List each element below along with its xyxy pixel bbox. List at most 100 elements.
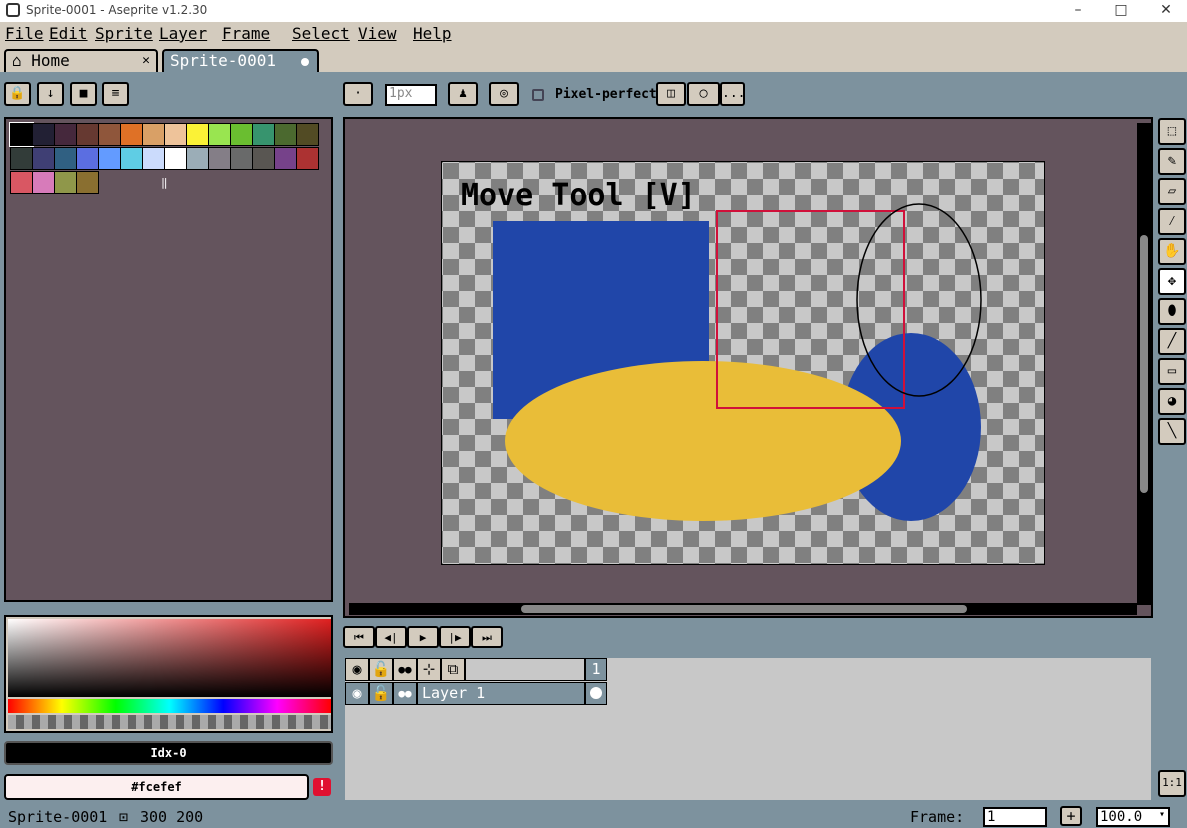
onion-skin-icon[interactable]: ⧉: [441, 658, 465, 681]
layer-name[interactable]: Layer 1: [417, 682, 585, 705]
smudge-tool-icon[interactable]: ╲: [1158, 418, 1186, 445]
lock-icon[interactable]: 🔒: [4, 82, 31, 106]
color-picker[interactable]: [4, 615, 333, 733]
palette-swatch[interactable]: [98, 147, 121, 170]
line-tool-icon[interactable]: ╱: [1158, 328, 1186, 355]
palette-swatch[interactable]: [274, 123, 297, 146]
sprite-canvas[interactable]: Move Tool [V]: [441, 161, 1045, 565]
palette-resize-handle[interactable]: ‖: [161, 176, 168, 189]
tab-sprite[interactable]: Sprite-0001: [162, 49, 319, 72]
tab-close-icon[interactable]: ✕: [142, 51, 150, 71]
blur-tool-icon[interactable]: ◕: [1158, 388, 1186, 415]
palette-swatch[interactable]: [296, 147, 319, 170]
visibility-eye-icon[interactable]: ◉: [345, 658, 369, 681]
palette-swatch[interactable]: [142, 123, 165, 146]
last-frame-button[interactable]: ⏭: [471, 626, 503, 648]
palette-swatch[interactable]: [76, 171, 99, 194]
close-button[interactable]: ✕: [1143, 0, 1187, 22]
zoom-input[interactable]: 100.0 ▾: [1096, 807, 1170, 827]
more-options-button[interactable]: ...: [720, 82, 745, 106]
vertical-scrollbar-track[interactable]: [1137, 123, 1151, 605]
layer-lock-icon[interactable]: 🔓: [369, 682, 393, 705]
menu-sprite[interactable]: Sprite: [95, 24, 153, 43]
next-frame-button[interactable]: |▶: [439, 626, 471, 648]
hue-slider[interactable]: [8, 699, 331, 713]
palette-swatch[interactable]: [186, 123, 209, 146]
alpha-slider[interactable]: [8, 715, 331, 729]
move-tool-icon[interactable]: ✥: [1158, 268, 1186, 295]
eyedropper-tool-icon[interactable]: ⁄: [1158, 208, 1186, 235]
palette-swatch[interactable]: [230, 123, 253, 146]
palette-swatch[interactable]: [164, 123, 187, 146]
save-palette-icon[interactable]: ■: [70, 82, 97, 106]
hand-tool-icon[interactable]: ✋: [1158, 238, 1186, 265]
rectangle-tool-icon[interactable]: ▭: [1158, 358, 1186, 385]
fill-tool-icon[interactable]: ⬮: [1158, 298, 1186, 325]
palette-swatch[interactable]: [252, 123, 275, 146]
zoom-dropdown-icon[interactable]: ▾: [1159, 809, 1165, 820]
palette-swatch[interactable]: [274, 147, 297, 170]
canvas-editor[interactable]: Move Tool [V]: [343, 117, 1153, 618]
palette-swatch[interactable]: [54, 171, 77, 194]
frame-input[interactable]: 1: [983, 807, 1047, 827]
pencil-tool-icon[interactable]: ✎: [1158, 148, 1186, 175]
pixel-perfect-checkbox[interactable]: [532, 89, 544, 101]
palette-swatch[interactable]: [76, 123, 99, 146]
transform-icon[interactable]: ◯: [687, 82, 720, 106]
pivot-icon[interactable]: ◫: [656, 82, 686, 106]
palette-swatch[interactable]: [9, 122, 34, 147]
layer-continuous-icon[interactable]: ●●: [393, 682, 417, 705]
menu-view[interactable]: View: [358, 24, 397, 43]
palette-swatch[interactable]: [76, 147, 99, 170]
ink-icon[interactable]: ♟: [448, 82, 478, 106]
cel[interactable]: [585, 682, 607, 705]
menu-frame[interactable]: Frame: [222, 24, 270, 43]
ratio-button[interactable]: 1:1: [1158, 770, 1186, 797]
palette-swatch[interactable]: [252, 147, 275, 170]
hex-color-field[interactable]: #fcefef: [4, 774, 309, 800]
palette-swatch[interactable]: [120, 147, 143, 170]
menu-select[interactable]: Select: [292, 24, 350, 43]
frame-header[interactable]: 1: [585, 658, 607, 681]
palette-swatch[interactable]: [230, 147, 253, 170]
horizontal-scrollbar-thumb[interactable]: [521, 605, 967, 613]
add-frame-button[interactable]: +: [1060, 806, 1082, 826]
minimize-button[interactable]: –: [1055, 0, 1101, 22]
brush-size-input[interactable]: 1px: [385, 84, 437, 106]
vertical-scrollbar-thumb[interactable]: [1140, 235, 1148, 493]
palette-swatch[interactable]: [208, 147, 231, 170]
palette-swatch[interactable]: [98, 123, 121, 146]
previous-frame-button[interactable]: ◀|: [375, 626, 407, 648]
dynamics-icon[interactable]: ◎: [489, 82, 519, 106]
saturation-value-box[interactable]: [8, 619, 331, 697]
horizontal-scrollbar-track[interactable]: [349, 603, 1137, 615]
maximize-button[interactable]: □: [1098, 0, 1144, 22]
lock-layers-icon[interactable]: 🔓: [369, 658, 393, 681]
palette-swatch[interactable]: [296, 123, 319, 146]
menu-file[interactable]: File: [5, 24, 44, 43]
palette-swatch[interactable]: [32, 147, 55, 170]
continuous-icon[interactable]: ●●: [393, 658, 417, 681]
brush-type-icon[interactable]: ·: [343, 82, 373, 106]
palette-swatch[interactable]: [32, 123, 55, 146]
palette-swatch[interactable]: [10, 147, 33, 170]
warning-icon[interactable]: !: [313, 778, 331, 796]
first-frame-button[interactable]: ⏮: [343, 626, 375, 648]
palette-swatch[interactable]: [10, 171, 33, 194]
sort-icon[interactable]: ↓: [37, 82, 64, 106]
tab-home[interactable]: ⌂ Home ✕: [4, 49, 158, 72]
palette-menu-icon[interactable]: ≡: [102, 82, 129, 106]
palette-swatch[interactable]: [208, 123, 231, 146]
eraser-tool-icon[interactable]: ▱: [1158, 178, 1186, 205]
palette-swatch[interactable]: [164, 147, 187, 170]
menu-layer[interactable]: Layer: [159, 24, 207, 43]
palette-swatch[interactable]: [54, 147, 77, 170]
menu-help[interactable]: Help: [413, 24, 452, 43]
menu-edit[interactable]: Edit: [49, 24, 88, 43]
play-button[interactable]: ▶: [407, 626, 439, 648]
layer-tree-icon[interactable]: ⊹: [417, 658, 441, 681]
palette-swatch[interactable]: [32, 171, 55, 194]
palette-swatch[interactable]: [142, 147, 165, 170]
marquee-tool-icon[interactable]: ⬚: [1158, 118, 1186, 145]
palette-swatch[interactable]: [54, 123, 77, 146]
